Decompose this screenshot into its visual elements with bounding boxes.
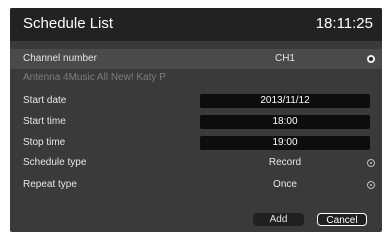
- schedule-type-value: Record: [268, 157, 302, 168]
- radio-icon[interactable]: [367, 159, 375, 167]
- add-button[interactable]: Add: [253, 213, 304, 226]
- start-time-label: Start time: [23, 116, 66, 127]
- stop-time-row[interactable]: Stop time 19:00: [10, 133, 382, 153]
- channel-number-value: CH1: [274, 53, 295, 64]
- stop-time-field[interactable]: 19:00: [200, 136, 370, 150]
- program-row: Antenna 4Music All New! Katy P: [10, 68, 382, 88]
- repeat-type-value: Once: [273, 179, 297, 190]
- repeat-type-row[interactable]: Repeat type Once: [10, 175, 382, 195]
- title-bar: Schedule List 18:11:25: [10, 8, 382, 41]
- radio-icon[interactable]: [367, 181, 375, 189]
- program-name: Antenna 4Music All New! Katy P: [23, 72, 166, 83]
- clock: 18:11:25: [315, 15, 373, 32]
- repeat-type-label: Repeat type: [23, 179, 77, 190]
- start-time-row[interactable]: Start time 18:00: [10, 112, 382, 132]
- start-date-label: Start date: [23, 95, 67, 106]
- cancel-button[interactable]: Cancel: [317, 213, 367, 226]
- channel-number-label: Channel number: [23, 53, 97, 64]
- schedule-type-row[interactable]: Schedule type Record: [10, 153, 382, 173]
- start-date-row[interactable]: Start date 2013/11/12: [10, 91, 382, 111]
- stop-time-label: Stop time: [23, 137, 66, 148]
- dialog-title: Schedule List: [23, 15, 114, 32]
- selected-radio-icon[interactable]: [367, 55, 375, 63]
- start-time-field[interactable]: 18:00: [200, 115, 370, 129]
- schedule-type-label: Schedule type: [23, 157, 87, 168]
- channel-number-row[interactable]: Channel number CH1: [10, 49, 382, 69]
- start-date-field[interactable]: 2013/11/12: [200, 94, 370, 108]
